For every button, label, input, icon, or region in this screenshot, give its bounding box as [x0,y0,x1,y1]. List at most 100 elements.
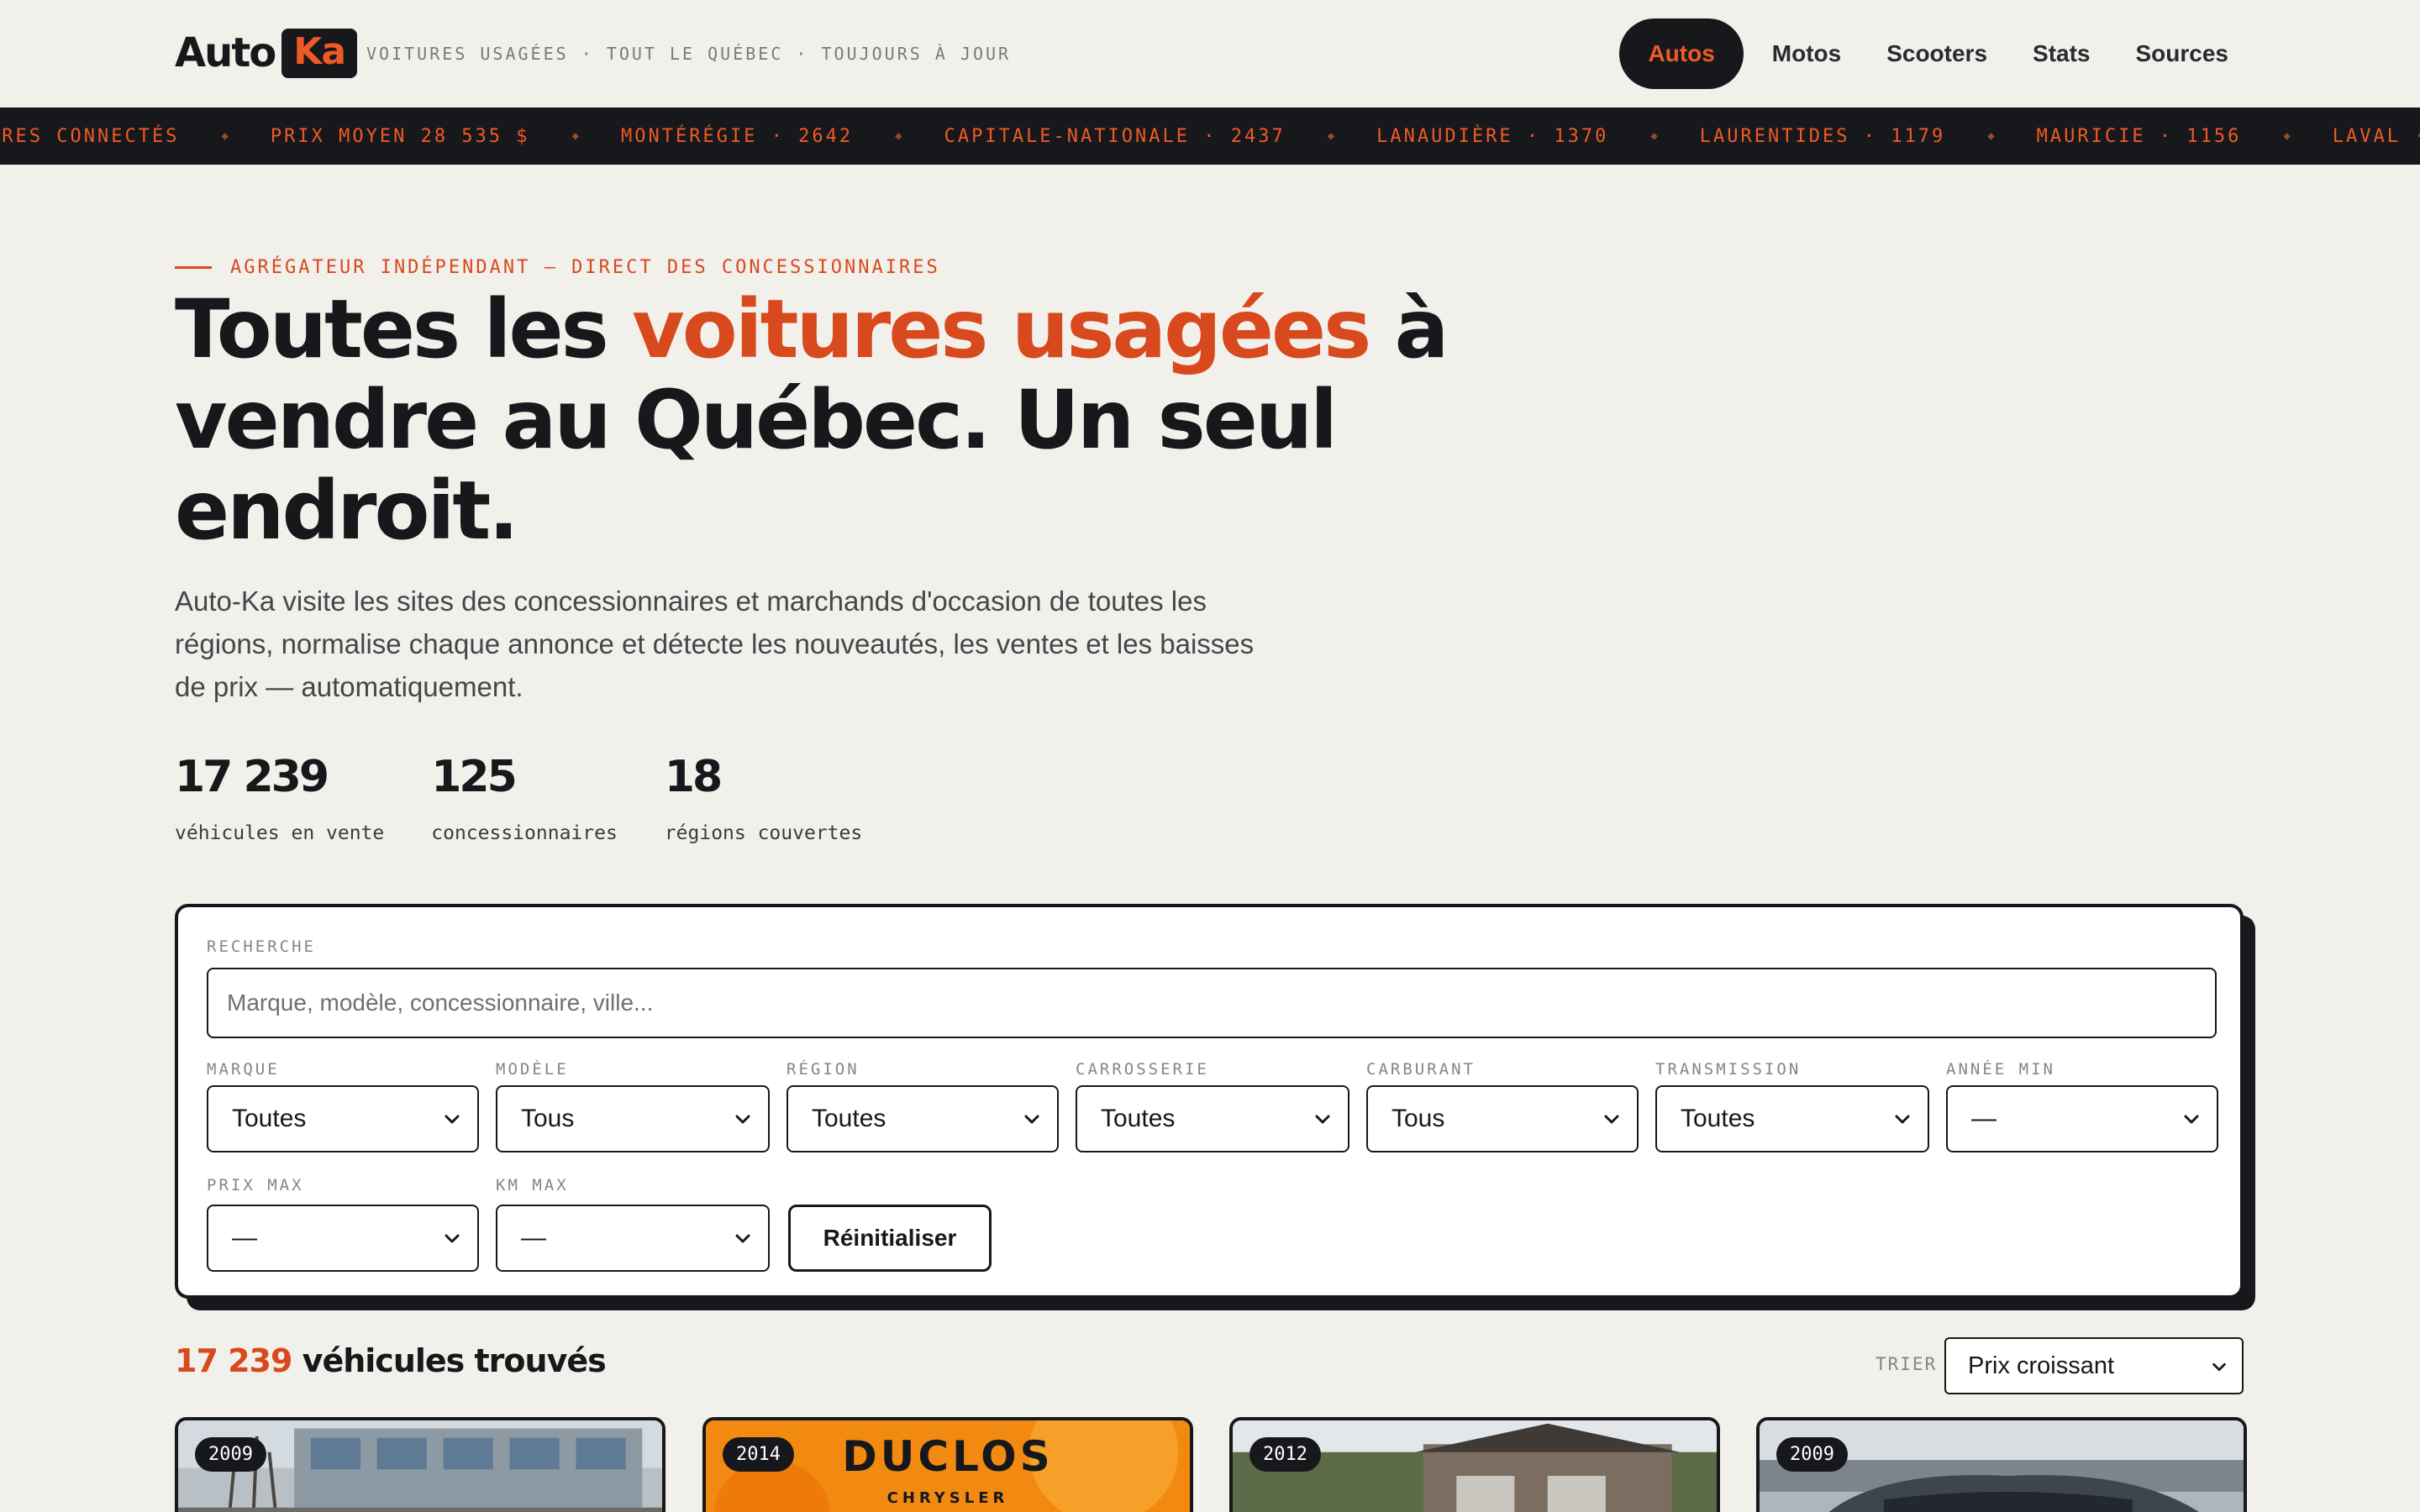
chevron-down-icon [1895,1115,1910,1124]
diamond-separator-icon: ◆ [221,129,229,143]
vehicle-card[interactable]: 2012 [1229,1417,1720,1512]
hero-title: Toutes les voitures usagées à vendre au … [175,284,1452,556]
select-value: Toutes [812,1105,886,1132]
logo[interactable]: Auto Ka [175,25,358,81]
nav-item-stats[interactable]: Stats [2016,18,2107,89]
chevron-down-icon [2212,1362,2226,1372]
ticker-item: IRES CONNECTÉS [0,125,180,147]
select-km-max[interactable]: — [496,1205,770,1272]
chevron-down-icon [735,1115,750,1124]
vehicle-card[interactable]: DUCLOS CHRYSLER 2014 [702,1417,1193,1512]
diamond-separator-icon: ◆ [1650,129,1658,143]
logo-text-ka: Ka [281,28,358,78]
filter-label-marque: MARQUE [207,1060,280,1079]
stat-value: 17 239 [175,752,329,802]
ticker-item: CAPITALE-NATIONALE · 2437 [944,125,1286,147]
ticker-item: LAURENTIDES · 1179 [1699,125,1946,147]
main-nav: Autos Motos Scooters Stats Sources [1619,18,2245,89]
stat-dealers: 125 concessionnaires [431,752,618,844]
chevron-down-icon [735,1234,750,1243]
stats-ticker: IRES CONNECTÉS ◆ PRIX MOYEN 28 535 $ ◆ M… [0,108,2420,165]
select-value: Toutes [1681,1105,1755,1132]
nav-item-autos[interactable]: Autos [1619,18,1744,89]
select-carburant[interactable]: Tous [1366,1085,1639,1152]
filter-label-prix-max: PRIX MAX [207,1176,304,1194]
filter-label-carburant: CARBURANT [1366,1060,1476,1079]
ticker-track: IRES CONNECTÉS ◆ PRIX MOYEN 28 535 $ ◆ M… [0,108,2420,165]
logo-text-auto: Auto [175,29,276,76]
stat-vehicles: 17 239 véhicules en vente [175,752,384,844]
sort-label: TRIER [1876,1354,1938,1374]
sort-select[interactable]: Prix croissant [1944,1337,2244,1394]
select-value: Tous [521,1105,575,1132]
results-count-title: 17 239 véhicules trouvés [175,1342,607,1379]
select-value: Tous [1392,1105,1445,1132]
select-value: Toutes [1101,1105,1176,1132]
filter-label-carrosserie: CARROSSERIE [1076,1060,1209,1079]
select-prix-max[interactable]: — [207,1205,479,1272]
year-badge: 2009 [195,1437,266,1472]
vehicle-card[interactable]: 2009 [1756,1417,2247,1512]
select-value: — [521,1224,546,1252]
reset-filters-button[interactable]: Réinitialiser [788,1205,992,1272]
select-value: — [232,1224,257,1252]
hero-title-start: Toutes les [175,282,633,376]
select-marque[interactable]: Toutes [207,1085,479,1152]
ticker-item: PRIX MOYEN 28 535 $ [270,125,530,147]
diamond-separator-icon: ◆ [2283,129,2291,143]
diamond-separator-icon: ◆ [895,129,902,143]
ticker-item: MAURICIE · 1156 [2036,125,2242,147]
select-annee-min[interactable]: — [1946,1085,2218,1152]
stat-value: 125 [431,752,518,802]
nav-item-scooters[interactable]: Scooters [1870,18,2004,89]
filter-label-annee-min: ANNÉE MIN [1946,1060,2055,1079]
vehicle-card[interactable]: 2009 [175,1417,666,1512]
chevron-down-icon [1604,1115,1619,1124]
year-badge: 2009 [1776,1437,1848,1472]
dealer-logo-subtext: CHRYSLER [886,1489,1009,1507]
hero-eyebrow: AGRÉGATEUR INDÉPENDANT — DIRECT DES CONC… [175,257,940,278]
chevron-down-icon [1315,1115,1330,1124]
filter-label-region: RÉGION [786,1060,860,1079]
nav-item-sources[interactable]: Sources [2119,18,2246,89]
filter-label-transmission: TRANSMISSION [1655,1060,1802,1079]
chevron-down-icon [2184,1115,2199,1124]
stat-label: régions couvertes [664,822,863,844]
search-input[interactable] [207,968,2217,1038]
select-value: Toutes [232,1105,307,1132]
select-region[interactable]: Toutes [786,1085,1059,1152]
select-transmission[interactable]: Toutes [1655,1085,1929,1152]
ticker-item: LAVAL · 10 [2332,125,2420,147]
chevron-down-icon [445,1115,460,1124]
hero-title-accent: voitures usagées [632,282,1371,376]
diamond-separator-icon: ◆ [571,129,579,143]
select-carrosserie[interactable]: Toutes [1076,1085,1349,1152]
hero-stats: 17 239 véhicules en vente 125 concession… [175,752,862,844]
stat-regions: 18 régions couvertes [665,752,862,844]
header-tagline: VOITURES USAGÉES · TOUT LE QUÉBEC · TOUJ… [366,44,1012,64]
results-label: véhicules trouvés [292,1342,607,1379]
ticker-item: MONTÉRÉGIE · 2642 [620,125,854,147]
hero-subtitle: Auto-Ka visite les sites des concessionn… [175,585,1255,702]
site-header: Auto Ka VOITURES USAGÉES · TOUT LE QUÉBE… [0,0,2420,108]
nav-item-motos[interactable]: Motos [1755,18,1858,89]
sort-value: Prix croissant [1968,1352,2115,1379]
eyebrow-text: AGRÉGATEUR INDÉPENDANT — DIRECT DES CONC… [230,257,940,278]
filter-label-modele: MODÈLE [496,1060,569,1079]
select-modele[interactable]: Tous [496,1085,770,1152]
search-label: RECHERCHE [207,937,316,956]
year-badge: 2014 [723,1437,794,1472]
eyebrow-dash [175,266,212,269]
chevron-down-icon [1024,1115,1039,1124]
filter-label-km-max: KM MAX [496,1176,569,1194]
results-count: 17 239 [175,1342,292,1379]
diamond-separator-icon: ◆ [1327,129,1335,143]
year-badge: 2012 [1249,1437,1321,1472]
diamond-separator-icon: ◆ [1987,129,1995,143]
select-value: — [1971,1105,1996,1132]
stat-value: 18 [664,752,723,802]
chevron-down-icon [445,1234,460,1243]
stat-label: concessionnaires [431,822,618,844]
ticker-item: LANAUDIÈRE · 1370 [1376,125,1609,147]
stat-label: véhicules en vente [175,822,385,844]
